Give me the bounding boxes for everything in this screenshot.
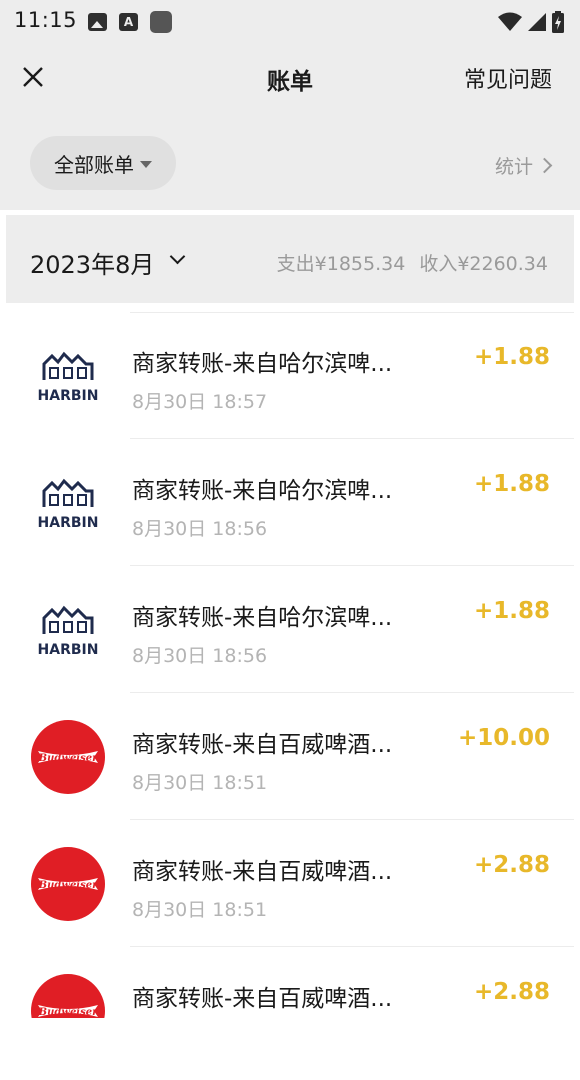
filter-row: 全部账单 统计 bbox=[0, 110, 580, 210]
notification-icons: A bbox=[88, 11, 172, 33]
svg-text:Budweiser: Budweiser bbox=[38, 1007, 98, 1018]
harbin-logo: HARBIN bbox=[38, 605, 99, 658]
transaction-time: 8月30日 18:56 bbox=[132, 518, 268, 540]
transaction-title: 商家转账-来自哈尔滨啤... bbox=[132, 478, 393, 504]
transaction-title: 商家转账-来自哈尔滨啤... bbox=[132, 605, 393, 631]
app-icon bbox=[150, 11, 172, 33]
svg-text:Budweiser: Budweiser bbox=[38, 880, 98, 891]
transaction-title: 商家转账-来自百威啤酒... bbox=[132, 986, 393, 1012]
transaction-row[interactable]: HARBIN 商家转账-来自哈尔滨啤... 8月30日 18:56 +1.88 bbox=[0, 439, 580, 566]
transaction-time: 8月30日 18:51 bbox=[132, 899, 268, 921]
budweiser-logo: Budweiser bbox=[31, 847, 105, 921]
transaction-amount: +2.88 bbox=[473, 852, 550, 878]
transaction-time: 8月30日 18:56 bbox=[132, 645, 268, 667]
status-bar: 11:15 A bbox=[0, 0, 580, 44]
transaction-row[interactable]: HARBIN 商家转账-来自哈尔滨啤... 8月30日 18:56 +1.88 bbox=[0, 566, 580, 693]
battery-icon bbox=[552, 11, 564, 33]
chevron-right-icon bbox=[536, 157, 553, 174]
svg-text:HARBIN: HARBIN bbox=[38, 388, 99, 404]
transaction-amount: +10.00 bbox=[457, 725, 550, 751]
budweiser-logo: Budweiser bbox=[31, 974, 105, 1018]
month-header: 2023年8月 支出¥1855.34 收入¥2260.34 bbox=[6, 215, 574, 303]
transaction-title: 商家转账-来自百威啤酒... bbox=[132, 859, 393, 885]
bottom-blank-area bbox=[0, 1018, 580, 1080]
transaction-time: 8月30日 18:57 bbox=[132, 391, 268, 413]
transaction-amount: +1.88 bbox=[473, 598, 550, 624]
system-icons bbox=[498, 11, 564, 33]
transaction-amount: +1.88 bbox=[473, 344, 550, 370]
filter-label: 全部账单 bbox=[54, 152, 134, 177]
harbin-logo: HARBIN bbox=[38, 351, 99, 404]
stats-label: 统计 bbox=[494, 156, 533, 178]
transaction-row[interactable]: Budweiser 商家转账-来自百威啤酒... 8月30日 18:51 +2.… bbox=[0, 820, 580, 947]
income-total: 收入¥2260.34 bbox=[419, 253, 548, 275]
stats-button[interactable]: 统计 bbox=[494, 152, 553, 179]
chevron-down-icon[interactable] bbox=[169, 248, 186, 265]
budweiser-logo: Budweiser bbox=[31, 720, 105, 794]
bill-type-filter-button[interactable]: 全部账单 bbox=[30, 136, 176, 190]
expense-total: 支出¥1855.34 bbox=[276, 253, 406, 275]
bill-screen: 11:15 A 账单 常见问题 全部账单 统计 2023年8月 支出¥1855.… bbox=[0, 0, 580, 1080]
image-icon bbox=[88, 13, 107, 31]
month-summary: 支出¥1855.34 收入¥2260.34 bbox=[277, 249, 548, 276]
svg-text:Budweiser: Budweiser bbox=[38, 753, 98, 764]
transaction-title: 商家转账-来自哈尔滨啤... bbox=[132, 351, 393, 377]
transaction-row[interactable]: Budweiser 商家转账-来自百威啤酒... 8月30日 18:51 +10… bbox=[0, 693, 580, 820]
wifi-icon bbox=[498, 12, 522, 31]
svg-text:HARBIN: HARBIN bbox=[38, 642, 99, 658]
transaction-list: HARBIN 商家转账-来自哈尔滨啤... 8月30日 18:57 +1.88 … bbox=[0, 312, 580, 1018]
faq-button[interactable]: 常见问题 bbox=[464, 62, 552, 94]
month-selector[interactable]: 2023年8月 bbox=[30, 245, 154, 280]
transaction-amount: +1.88 bbox=[473, 471, 550, 497]
nav-bar: 账单 常见问题 bbox=[0, 44, 580, 110]
letter-a-icon: A bbox=[119, 13, 138, 31]
transaction-time: 8月30日 18:51 bbox=[132, 772, 268, 794]
transaction-row[interactable]: Budweiser 商家转账-来自百威啤酒... +2.88 bbox=[0, 947, 580, 1018]
svg-text:HARBIN: HARBIN bbox=[38, 515, 99, 531]
signal-icon bbox=[528, 13, 546, 31]
status-time: 11:15 bbox=[14, 8, 78, 32]
harbin-logo: HARBIN bbox=[38, 478, 99, 531]
transaction-row[interactable]: HARBIN 商家转账-来自哈尔滨啤... 8月30日 18:57 +1.88 bbox=[0, 312, 580, 439]
caret-down-icon bbox=[140, 160, 152, 168]
transaction-amount: +2.88 bbox=[473, 979, 550, 1005]
transaction-title: 商家转账-来自百威啤酒... bbox=[132, 732, 393, 758]
